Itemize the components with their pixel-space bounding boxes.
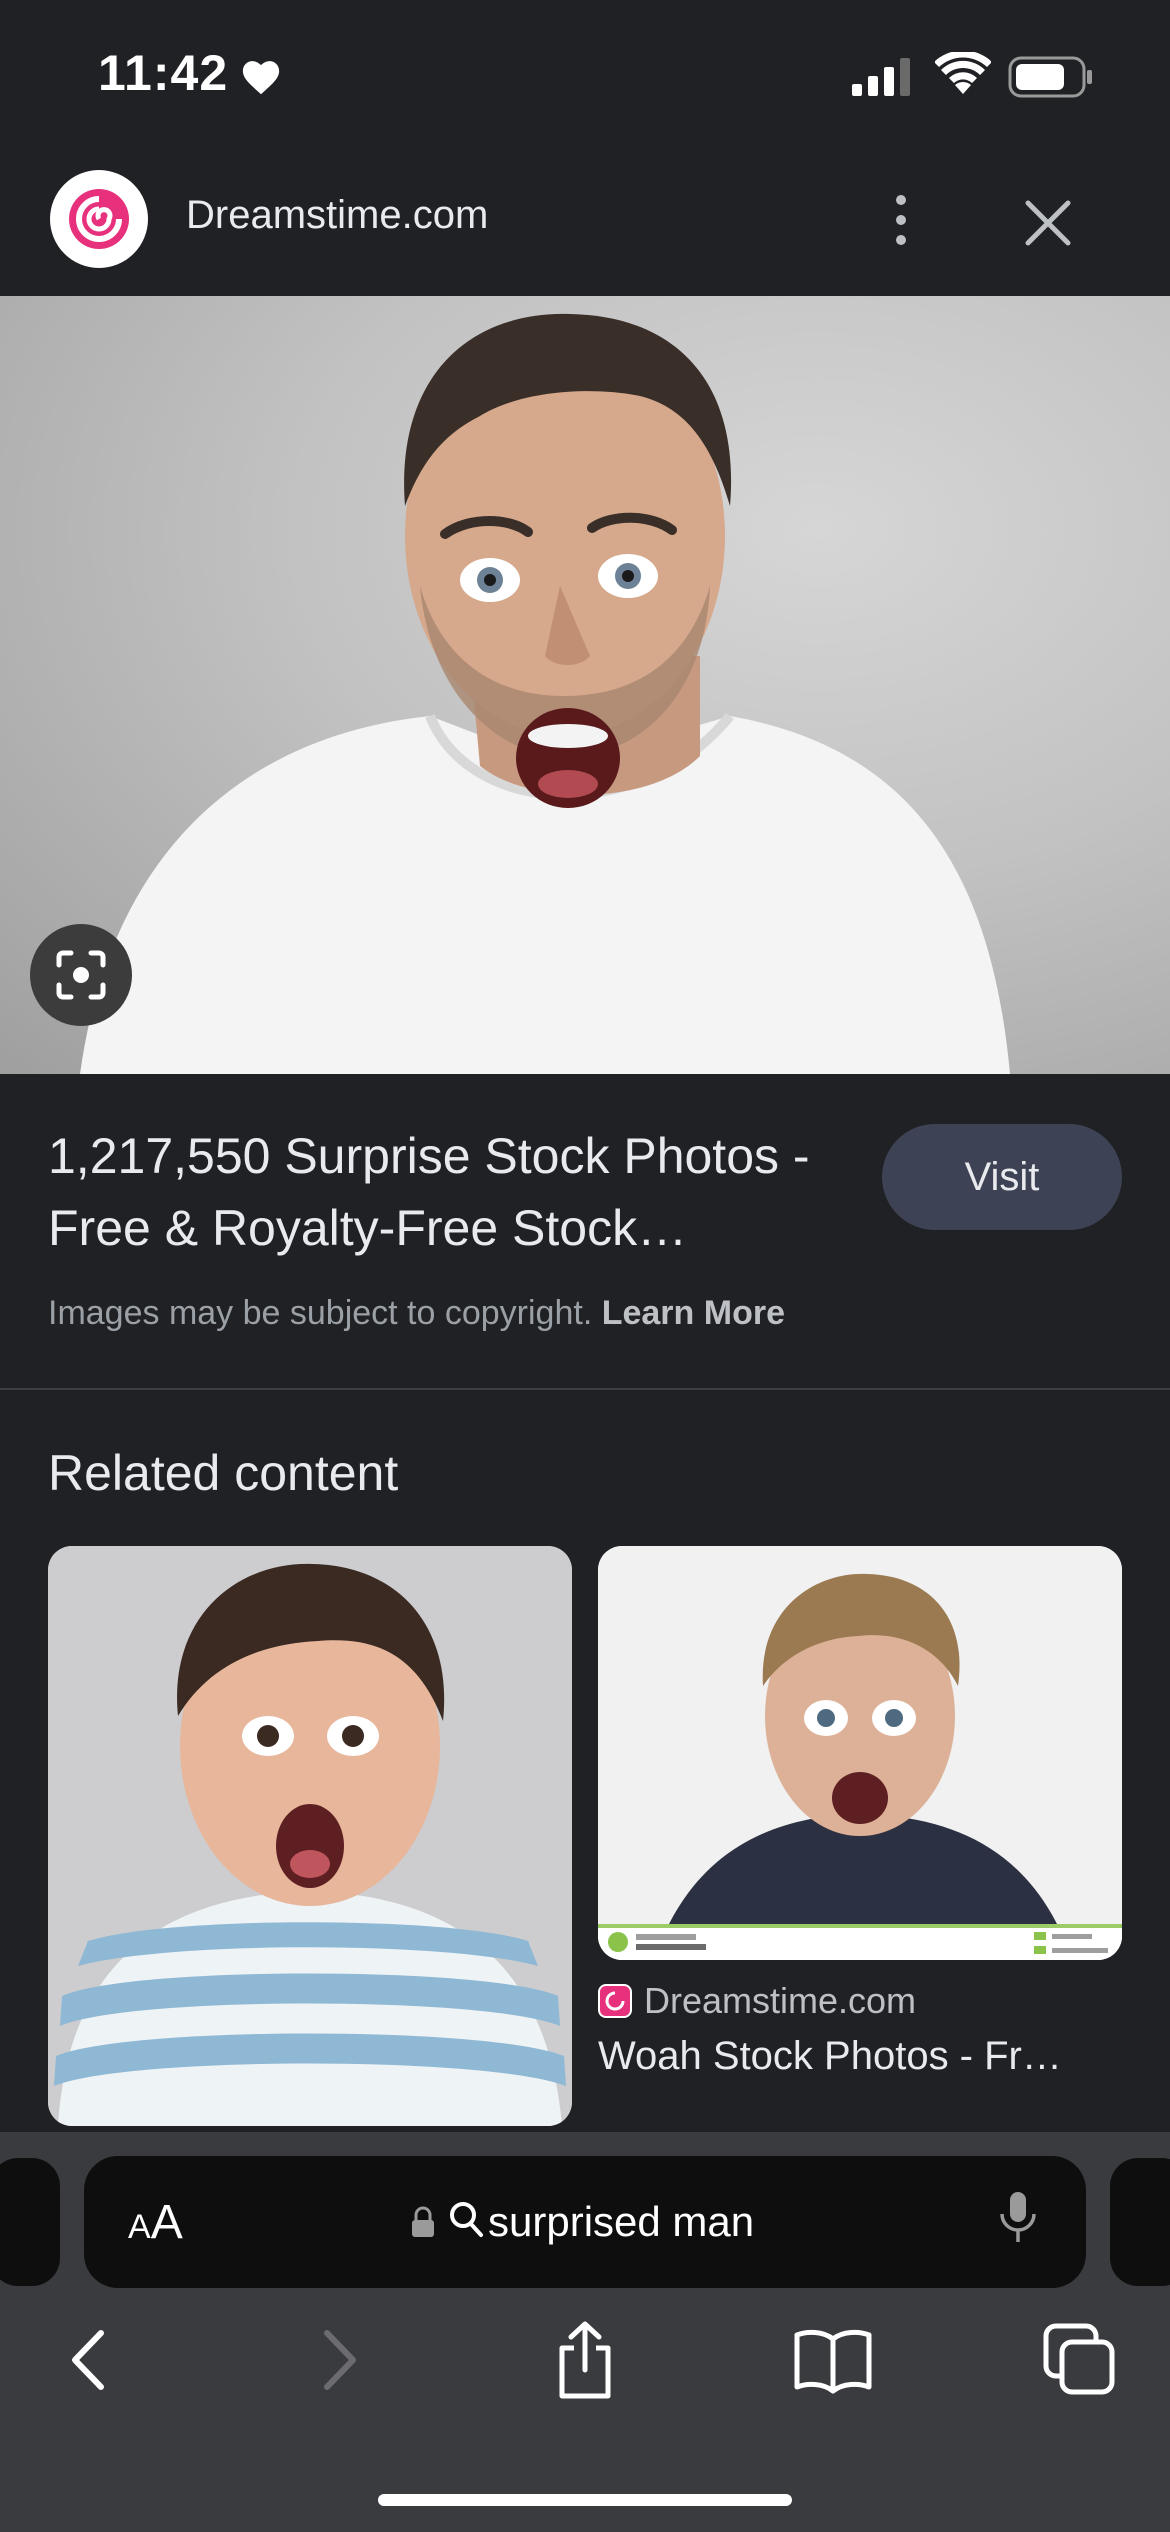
tabs-icon xyxy=(1043,2323,1115,2395)
share-icon xyxy=(559,2321,611,2399)
copyright-note: Images may be subject to copyright. Lear… xyxy=(48,1294,785,1333)
site-header xyxy=(0,150,1170,296)
lock-icon xyxy=(412,2206,434,2237)
google-lens-button[interactable] xyxy=(30,924,132,1026)
home-indicator[interactable] xyxy=(378,2494,792,2506)
tabs-button[interactable] xyxy=(1040,2320,1120,2400)
search-icon xyxy=(450,2202,483,2237)
bookmarks-button[interactable] xyxy=(793,2320,873,2400)
wifi-icon xyxy=(935,52,991,94)
more-vert-icon[interactable] xyxy=(886,190,916,250)
address-text[interactable]: surprised man xyxy=(488,2198,754,2246)
forward-button[interactable] xyxy=(300,2320,380,2400)
battery-icon xyxy=(1008,56,1092,98)
back-button[interactable] xyxy=(48,2320,128,2400)
back-icon xyxy=(72,2330,104,2390)
close-icon[interactable] xyxy=(1020,195,1076,251)
forward-icon xyxy=(324,2330,356,2390)
related-item-image[interactable] xyxy=(48,1546,572,2126)
divider xyxy=(0,1388,1170,1390)
site-name[interactable]: Dreamstime.com xyxy=(186,193,488,238)
result-title[interactable]: 1,217,550 Surprise Stock Photos - Free &… xyxy=(48,1120,868,1264)
bookmarks-icon xyxy=(794,2329,872,2394)
visit-button[interactable]: Visit xyxy=(882,1124,1122,1230)
related-source: Dreamstime.com xyxy=(644,1980,917,2021)
share-button[interactable] xyxy=(545,2320,625,2400)
next-tab-edge[interactable] xyxy=(1110,2158,1170,2286)
hero-image[interactable] xyxy=(0,296,1170,1074)
text-size-small: A xyxy=(128,2208,151,2246)
google-lens-icon xyxy=(56,950,106,1000)
learn-more-link[interactable]: Learn More xyxy=(602,1294,785,1332)
copyright-text: Images may be subject to copyright. xyxy=(48,1294,593,1332)
status-time: 11:42 xyxy=(98,45,229,101)
previous-tab-edge[interactable] xyxy=(0,2158,60,2286)
dreamstime-logo-icon[interactable] xyxy=(50,170,148,268)
signal-icon xyxy=(852,58,910,96)
related-heading: Related content xyxy=(48,1445,399,1501)
related-title[interactable]: Woah Stock Photos - Fr… xyxy=(598,2034,1138,2079)
heart-icon xyxy=(242,61,280,95)
related-item-image[interactable] xyxy=(598,1546,1122,1960)
text-size-button[interactable]: AA xyxy=(128,2195,183,2250)
microphone-icon[interactable] xyxy=(998,2190,1038,2246)
text-size-large: A xyxy=(150,2196,183,2249)
dreamstime-favicon-icon xyxy=(598,1984,632,2018)
